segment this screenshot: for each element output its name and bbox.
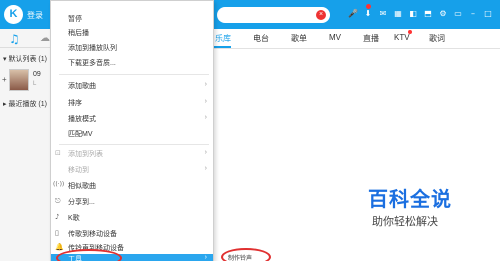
- search-input[interactable]: ×: [217, 7, 330, 23]
- menu-item-label: 稍后播: [68, 30, 89, 37]
- menu-item-play-later[interactable]: 稍后播: [51, 26, 213, 40]
- menu-item-pause[interactable]: 暂停: [51, 12, 213, 26]
- chevron-right-icon: ›: [204, 254, 207, 261]
- watermark-title: 百科全说: [368, 187, 452, 211]
- tabs-divider: [213, 48, 500, 49]
- menu-item-add-to-list[interactable]: ⊡ 添加到列表 ›: [51, 147, 213, 161]
- tab-lyrics[interactable]: 歌词: [429, 33, 445, 44]
- checkbox-icon: ⊡: [55, 149, 61, 157]
- radio-wave-icon: ((·)): [53, 181, 65, 188]
- menu-item-label: 移动到: [68, 167, 89, 174]
- minimize-icon[interactable]: –: [468, 9, 478, 19]
- menu-item-send-to-device[interactable]: ▯ 传歌到移动设备: [51, 227, 213, 241]
- menu-item-sort[interactable]: 排序 ›: [51, 96, 213, 110]
- shirt-icon[interactable]: ⬒: [423, 9, 433, 19]
- menu-item-download-quality[interactable]: 下载更多音质...: [51, 56, 213, 70]
- menu-item-add-to-queue[interactable]: 添加到播放队列: [51, 41, 213, 55]
- mic-icon[interactable]: 🎤: [348, 9, 358, 19]
- menu-item-label: 播放模式: [68, 116, 96, 123]
- maximize-icon[interactable]: □: [483, 9, 493, 19]
- gamepad-icon[interactable]: ◧: [408, 9, 418, 19]
- menu-separator: [59, 144, 209, 145]
- menu-item-label: 排序: [68, 100, 82, 107]
- song-artist: L: [33, 81, 37, 87]
- watermark: 百科全说 助你轻松解决: [368, 183, 452, 228]
- menu-item-label: 匹配MV: [68, 131, 93, 138]
- song-cover[interactable]: [9, 69, 29, 91]
- menu-item-karaoke[interactable]: ♪ K歌: [51, 211, 213, 225]
- menu-item-label: 添加歌曲: [68, 83, 96, 90]
- ktv-badge: [408, 30, 412, 34]
- tab-library[interactable]: 乐库: [215, 33, 231, 44]
- menu-item-label: 暂停: [68, 16, 82, 23]
- microphone-icon: ♪: [55, 213, 60, 221]
- tab-live[interactable]: 直播: [363, 33, 379, 44]
- chevron-right-icon: ›: [204, 149, 207, 156]
- tab-mv[interactable]: MV: [329, 33, 341, 42]
- cloud-icon[interactable]: ☁: [40, 33, 50, 44]
- menu-item-move-to[interactable]: 移动到 ›: [51, 163, 213, 177]
- tab-radio[interactable]: 电台: [253, 33, 269, 44]
- login-link[interactable]: 登录: [27, 10, 43, 21]
- annotation-circle-ringtone: [221, 248, 271, 261]
- menu-item-share[interactable]: ⎋ 分享到...: [51, 195, 213, 209]
- song-title[interactable]: 09: [33, 71, 41, 78]
- menu-item-similar-songs[interactable]: ((·)) 相似歌曲: [51, 179, 213, 193]
- menu-item-label: 添加到列表: [68, 151, 103, 158]
- chevron-right-icon: ›: [204, 165, 207, 172]
- window-toolbar: 🎤 ⬇ ✉ ▦ ◧ ⬒ ⚙ ▭ – □ ×: [348, 9, 500, 21]
- settings-icon[interactable]: ⚙: [438, 9, 448, 19]
- share-icon: ⎋: [55, 197, 61, 205]
- menu-item-add-songs[interactable]: 添加歌曲 ›: [51, 79, 213, 93]
- menu-item-label: K歌: [68, 215, 80, 222]
- music-note-icon[interactable]: ♫: [9, 32, 20, 46]
- clear-search-icon[interactable]: ×: [316, 10, 326, 20]
- menu-item-play-mode[interactable]: 播放模式 ›: [51, 112, 213, 126]
- watermark-subtitle: 助你轻松解决: [372, 215, 438, 228]
- default-playlist[interactable]: ▾ 默认列表 (1): [3, 54, 47, 64]
- menu-separator: [59, 74, 209, 75]
- chevron-right-icon: ›: [204, 98, 207, 105]
- kugou-logo[interactable]: K: [4, 5, 23, 24]
- menu-item-label: 相似歌曲: [68, 183, 96, 190]
- chevron-right-icon: ›: [204, 114, 207, 121]
- tab-ktv[interactable]: KTV: [394, 33, 410, 42]
- menu-item-label: 下载更多音质...: [68, 60, 116, 67]
- menu-item-match-mv[interactable]: 匹配MV: [51, 127, 213, 141]
- add-icon[interactable]: +: [2, 75, 7, 84]
- skin-icon[interactable]: ▦: [393, 9, 403, 19]
- mini-mode-icon[interactable]: ▭: [453, 9, 463, 19]
- menu-item-label: 传歌到移动设备: [68, 231, 117, 238]
- main-tabs: 乐库 电台 歌单 MV 直播 KTV 歌词: [213, 29, 500, 48]
- download-icon[interactable]: ⬇: [363, 9, 373, 19]
- phone-icon: ▯: [55, 229, 59, 237]
- menu-item-label: 分享到...: [68, 199, 95, 206]
- recent-playlist[interactable]: ▸ 最近播放 (1): [3, 99, 47, 109]
- annotation-circle-tools: [56, 249, 122, 261]
- chevron-right-icon: ›: [204, 81, 207, 88]
- menu-item-label: 添加到播放队列: [68, 45, 117, 52]
- mail-icon[interactable]: ✉: [378, 9, 388, 19]
- bell-icon: 🔔: [55, 243, 64, 251]
- context-menu: 暂停 稍后播 添加到播放队列 下载更多音质... 添加歌曲 › 排序 › 播放模…: [50, 0, 214, 261]
- tab-playlists[interactable]: 歌单: [291, 33, 307, 44]
